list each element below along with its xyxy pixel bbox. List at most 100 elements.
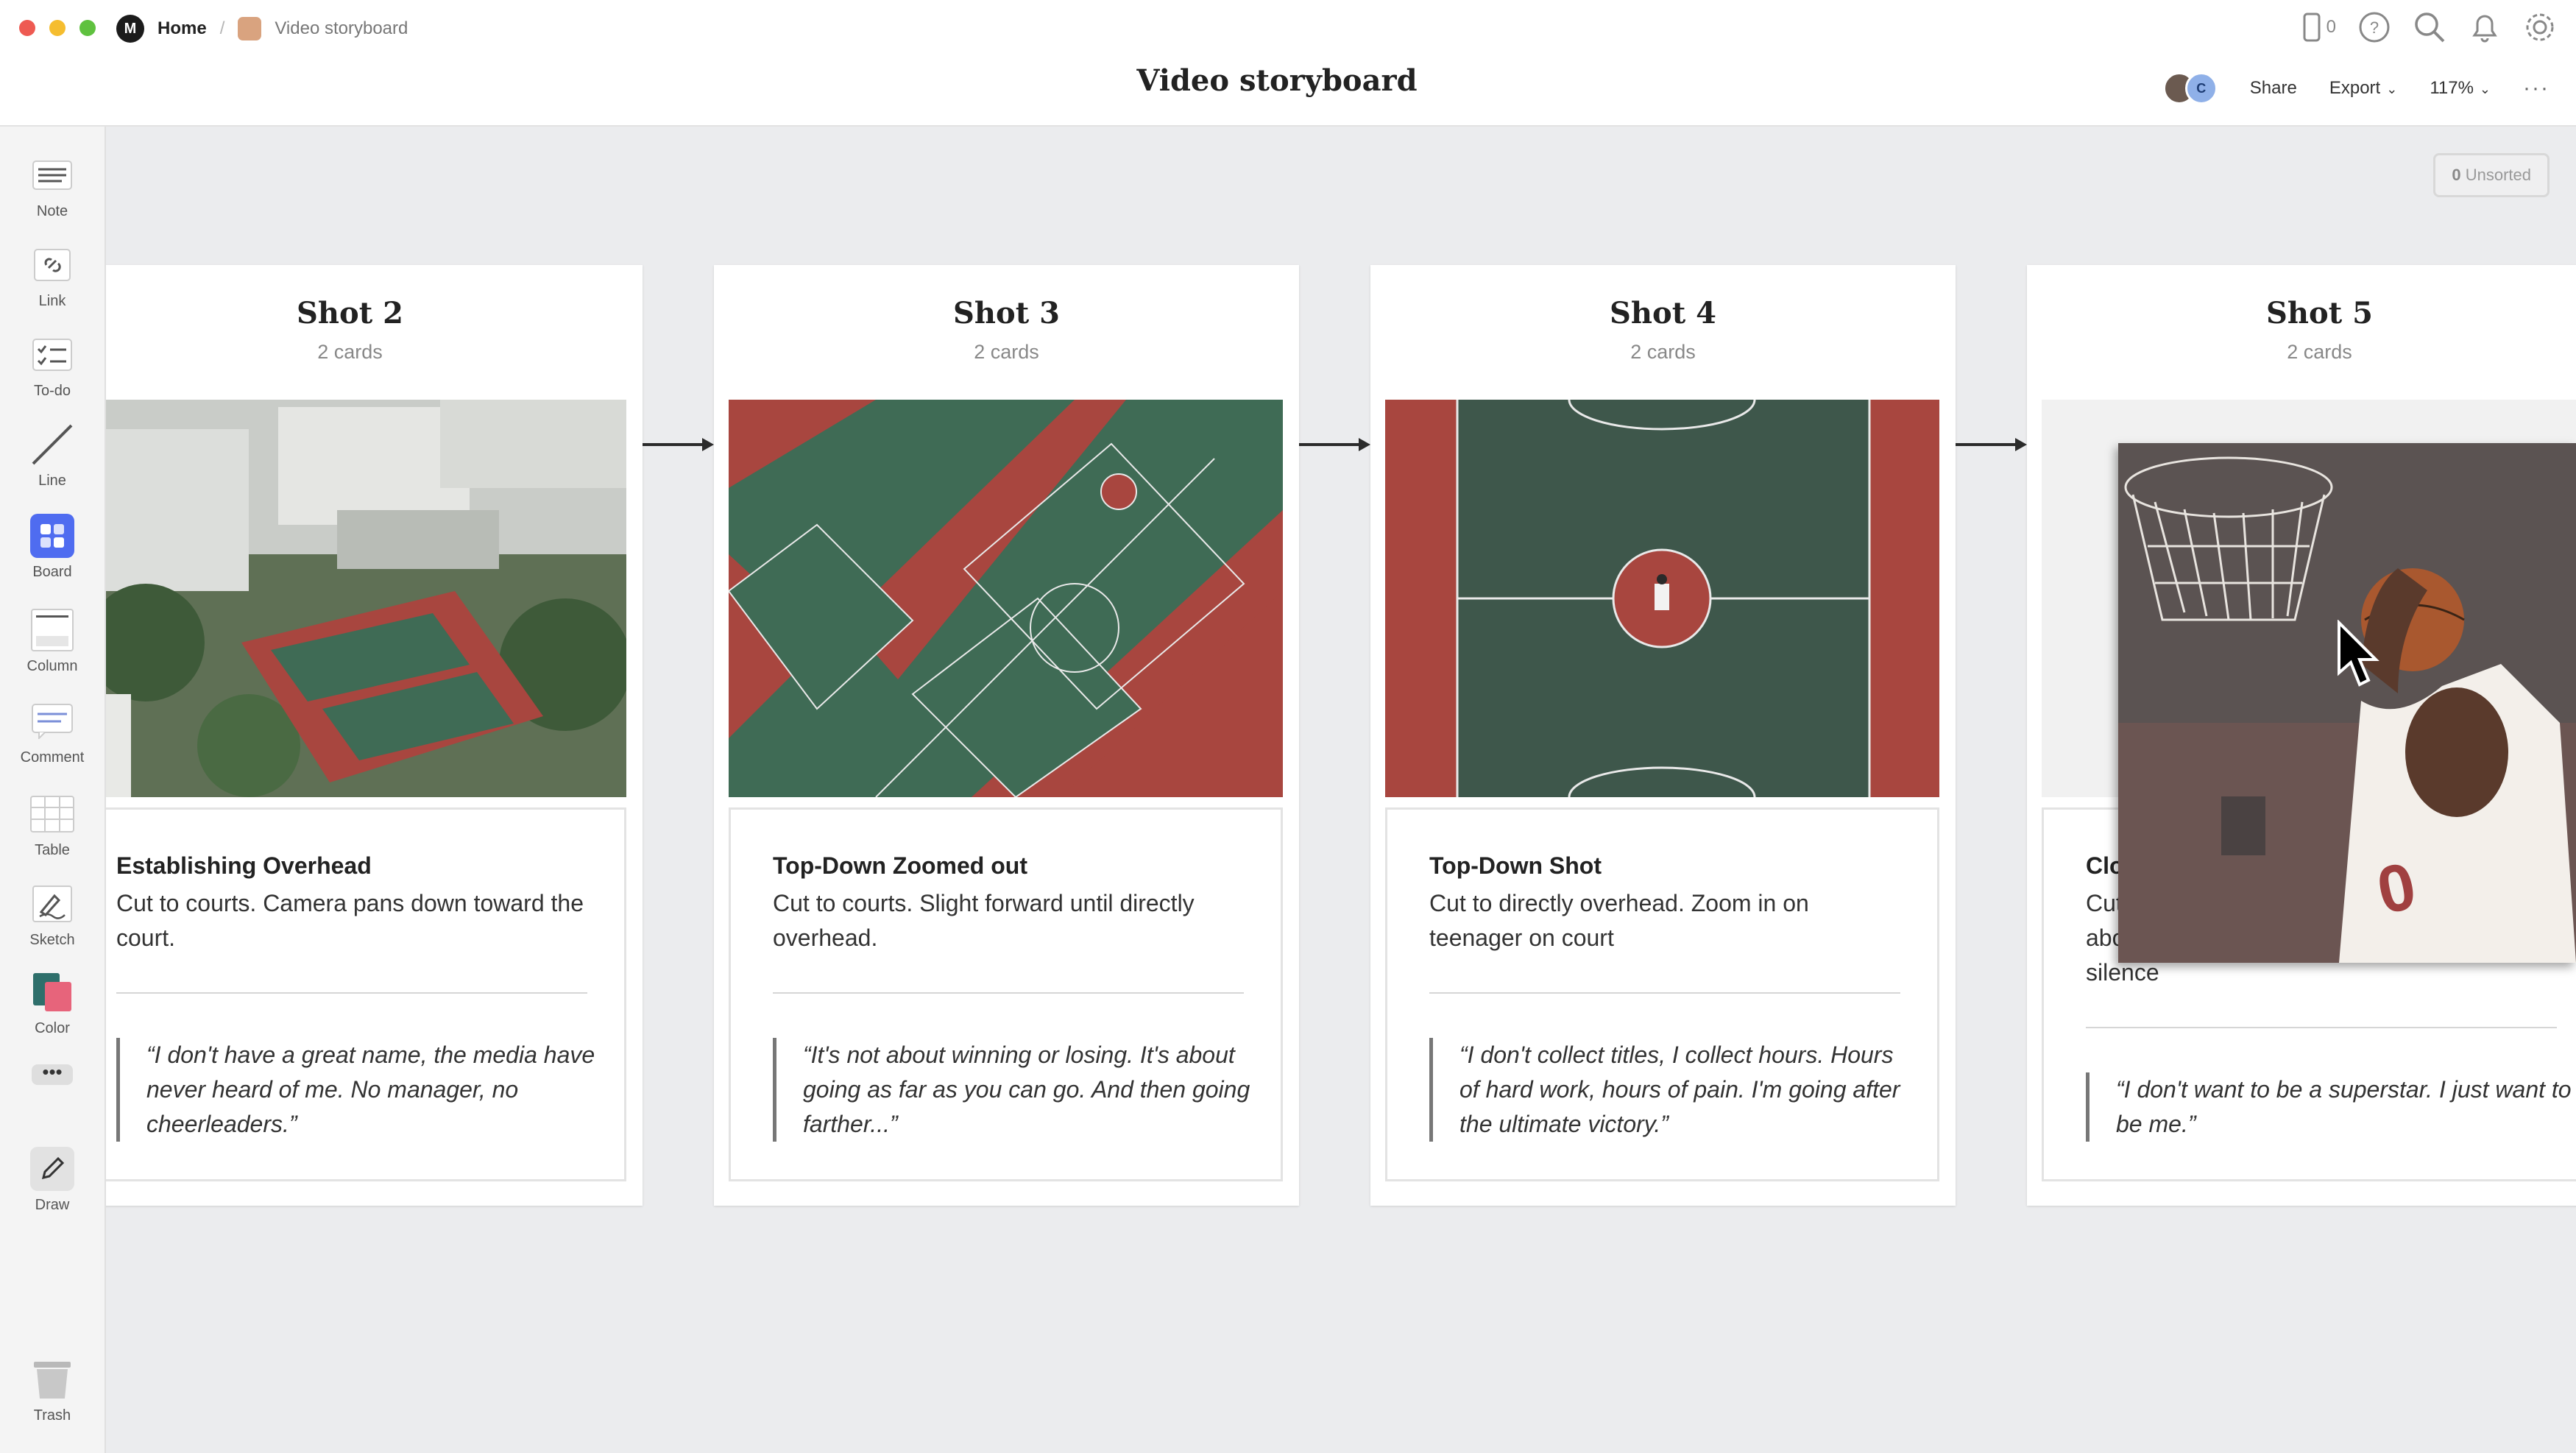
tool-label: Color <box>35 1020 70 1036</box>
sketch-icon <box>30 882 74 926</box>
card-divider <box>773 992 1244 994</box>
aerial-courts-image <box>106 400 626 797</box>
export-label: Export <box>2329 78 2381 98</box>
more-options-icon[interactable]: ··· <box>2523 76 2550 101</box>
card-description: Cut to courts. Slight forward until dire… <box>773 890 1195 951</box>
card-title: Establishing Overhead <box>116 852 372 879</box>
column-card-count: 2 cards <box>1630 341 1696 363</box>
card-quote: “I don't have a great name, the media ha… <box>116 1038 603 1142</box>
bell-icon[interactable] <box>2469 10 2501 44</box>
image-card[interactable] <box>106 400 626 797</box>
line-icon <box>30 423 74 467</box>
milanote-logo-icon[interactable]: M <box>116 15 144 43</box>
tool-board[interactable]: Board <box>0 514 105 581</box>
basketball-dunk-image: 0 <box>2118 443 2576 963</box>
text-card[interactable]: Top-Down Shot Cut to directly overhead. … <box>1385 807 1939 1181</box>
board-icon <box>238 17 262 40</box>
breadcrumb-current-board[interactable]: Video storyboard <box>275 18 408 39</box>
maximize-window-button[interactable] <box>79 20 96 36</box>
tool-label: Link <box>38 293 66 309</box>
tool-comment[interactable]: Comment <box>0 699 105 766</box>
column-title[interactable]: Shot 4 <box>1370 296 1956 330</box>
share-button[interactable]: Share <box>2250 78 2297 99</box>
tool-table[interactable]: Table <box>0 792 105 859</box>
column-header: Shot 5 2 cards <box>2027 265 2576 394</box>
help-icon[interactable]: ? <box>2358 11 2391 43</box>
card-title: Top-Down Zoomed out <box>773 852 1027 879</box>
breadcrumb-home[interactable]: Home <box>158 18 207 39</box>
card-quote: “I don't want to be a superstar. I just … <box>2086 1072 2572 1142</box>
header-tools: C Share Export ⌄ 117% ⌄ ··· <box>2162 72 2550 105</box>
column-shot-3[interactable]: Shot 3 2 cards Top-Down Zoomed out Cut t… <box>714 265 1299 1206</box>
image-card[interactable] <box>1385 400 1939 797</box>
tool-label: Table <box>35 842 70 858</box>
phone-icon <box>2303 13 2321 42</box>
column-title[interactable]: Shot 5 <box>2027 296 2576 330</box>
unsorted-count: 0 <box>2452 166 2461 184</box>
arrow-connector[interactable] <box>1298 434 1372 456</box>
text-card[interactable]: Top-Down Zoomed out Cut to courts. Sligh… <box>729 807 1283 1181</box>
card-divider <box>1429 992 1900 994</box>
tool-sketch[interactable]: Sketch <box>0 882 105 949</box>
column-shot-4[interactable]: Shot 4 2 cards Top-Down Shot Cut to dire… <box>1370 265 1956 1206</box>
close-window-button[interactable] <box>19 20 35 36</box>
arrow-connector[interactable] <box>642 434 715 456</box>
breadcrumb-separator: / <box>219 18 225 38</box>
tool-label: Column <box>26 658 78 674</box>
tool-column[interactable]: Column <box>0 608 105 675</box>
device-indicator[interactable]: 0 <box>2303 13 2336 42</box>
card-divider <box>2086 1027 2557 1028</box>
more-tools-button[interactable]: ••• <box>0 1062 105 1085</box>
arrow-connector[interactable] <box>1955 434 2028 456</box>
chevron-down-icon: ⌄ <box>2479 82 2491 96</box>
card-quote: “I don't collect titles, I collect hours… <box>1429 1038 1916 1142</box>
tool-todo[interactable]: To-do <box>0 333 105 400</box>
note-icon <box>30 153 74 197</box>
tool-label: Note <box>36 203 68 219</box>
tool-link[interactable]: Link <box>0 243 105 310</box>
column-title[interactable]: Shot 3 <box>714 296 1299 330</box>
tool-label: Trash <box>33 1407 71 1424</box>
card-title: Top-Down Shot <box>1429 852 1602 879</box>
tool-label: Board <box>32 564 72 580</box>
tool-color[interactable]: Color <box>0 970 105 1037</box>
color-swatch-icon <box>30 970 74 1014</box>
table-icon <box>30 792 74 836</box>
zoom-menu[interactable]: 117% ⌄ <box>2430 78 2491 99</box>
column-header: Shot 4 2 cards <box>1370 265 1956 394</box>
column-card-count: 2 cards <box>317 341 383 363</box>
column-title[interactable]: Shot 2 <box>106 296 643 330</box>
search-icon[interactable] <box>2413 10 2446 44</box>
tool-sidebar: Note Link To-do Line Board Column Commen… <box>0 127 106 1453</box>
minimize-window-button[interactable] <box>49 20 66 36</box>
column-shot-2[interactable]: Shot 2 2 cards Establishing Overhead Cut… <box>106 265 643 1206</box>
unsorted-counter[interactable]: 0 Unsorted <box>2433 153 2550 197</box>
text-card[interactable]: Establishing Overhead Cut to courts. Cam… <box>106 807 626 1181</box>
tool-label: Comment <box>20 749 85 766</box>
zoom-level: 117% <box>2430 78 2474 98</box>
top-icons: 0 ? <box>2303 10 2557 44</box>
tool-note[interactable]: Note <box>0 153 105 220</box>
breadcrumb: M Home / Video storyboard <box>116 13 408 44</box>
tool-label: To-do <box>33 383 71 399</box>
card-quote: “It's not about winning or losing. It's … <box>773 1038 1259 1142</box>
mouse-cursor-icon <box>2338 620 2379 687</box>
column-icon <box>30 608 74 652</box>
gear-icon[interactable] <box>2523 10 2557 44</box>
tool-label: Line <box>38 473 66 489</box>
trash-button[interactable]: Trash <box>0 1357 105 1424</box>
column-header: Shot 2 2 cards <box>106 265 643 394</box>
unsorted-label: Unsorted <box>2465 166 2531 184</box>
image-card[interactable] <box>729 400 1283 797</box>
tool-line[interactable]: Line <box>0 423 105 489</box>
dragged-image-card[interactable]: 0 <box>2118 443 2576 963</box>
column-header: Shot 3 2 cards <box>714 265 1299 394</box>
chevron-down-icon: ⌄ <box>2386 82 2398 96</box>
tool-draw[interactable]: Draw <box>0 1147 105 1214</box>
collaborators[interactable]: C <box>2162 72 2218 105</box>
board-icon <box>30 514 74 558</box>
top-down-courts-image <box>729 400 1283 797</box>
pencil-icon <box>30 1147 74 1191</box>
top-bar: M Home / Video storyboard 0 ? Video stor… <box>0 0 2576 127</box>
export-menu[interactable]: Export ⌄ <box>2329 78 2397 99</box>
